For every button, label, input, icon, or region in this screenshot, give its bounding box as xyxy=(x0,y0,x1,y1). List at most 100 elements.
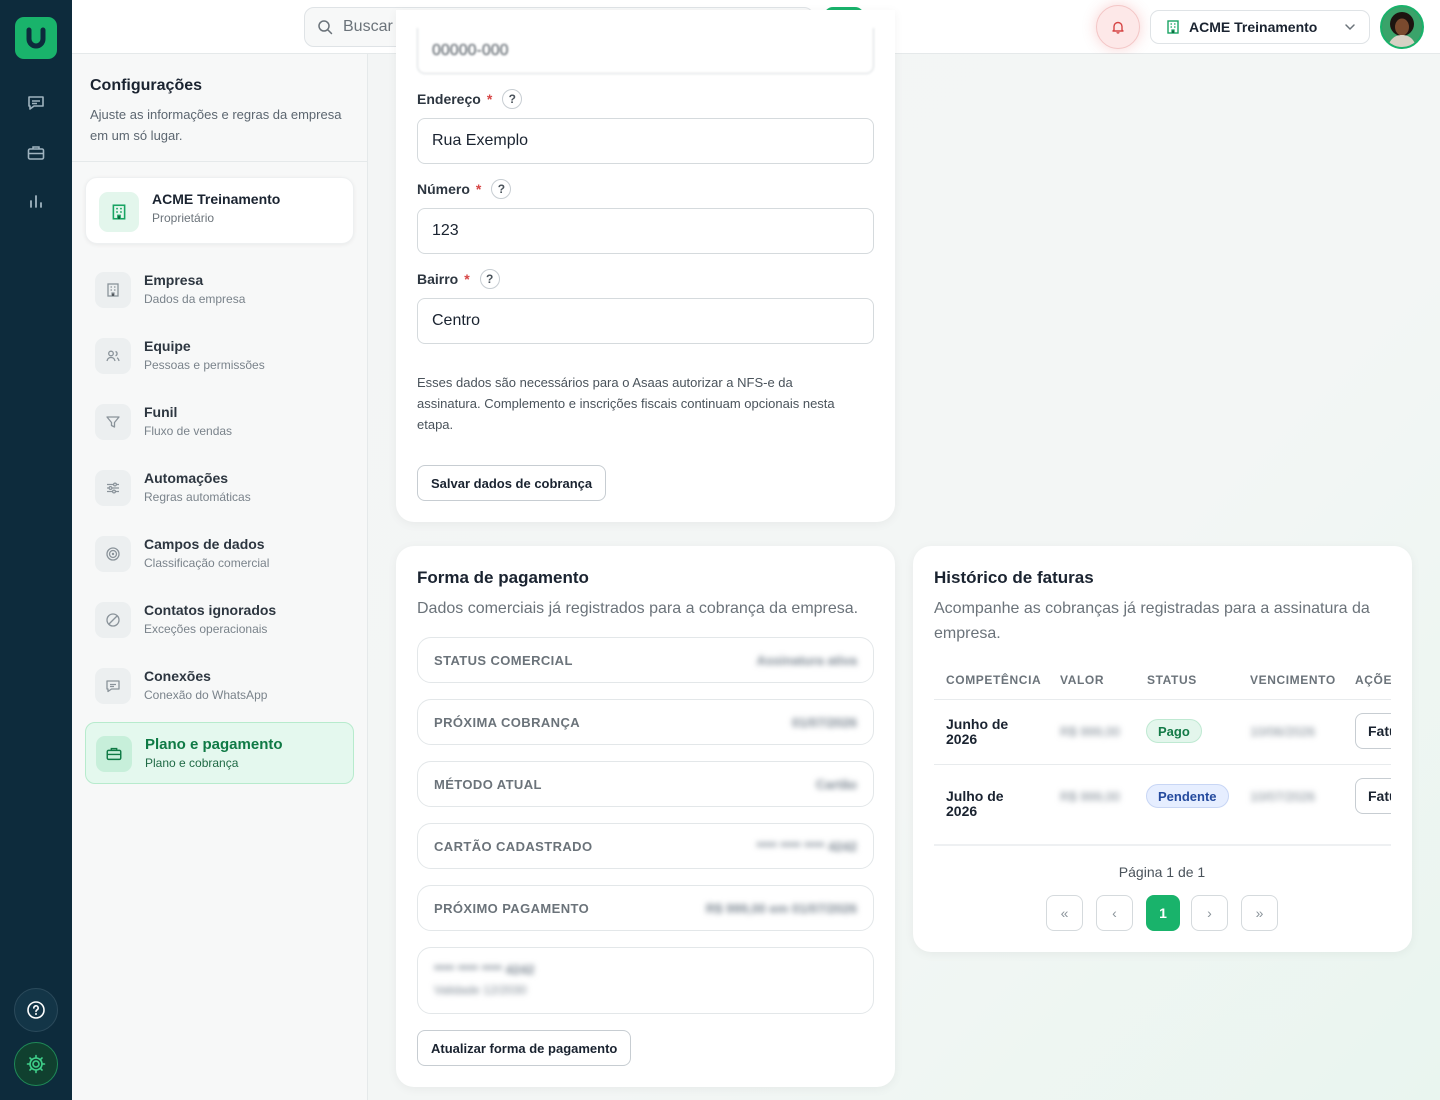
help-icon[interactable]: ? xyxy=(502,89,523,109)
chevron-down-icon xyxy=(1345,24,1355,31)
sidebar-item-label: Funil xyxy=(144,404,178,420)
status-badge: Pendente xyxy=(1146,784,1229,808)
help-icon[interactable]: ? xyxy=(479,269,500,289)
company-selector[interactable]: ACME Treinamento xyxy=(1150,10,1370,44)
sidebar-item-sub: Regras automáticas xyxy=(144,490,251,504)
payment-subtitle: Dados comerciais já registrados para a c… xyxy=(417,600,859,617)
sliders-icon xyxy=(95,470,131,506)
sidebar-item-equipe[interactable]: Equipe Pessoas e permissões xyxy=(85,325,354,387)
invoice-vencimento: 10/06/2026 xyxy=(1250,724,1316,739)
endereco-label: Endereço * ? xyxy=(417,89,523,109)
endereco-field[interactable] xyxy=(417,118,874,164)
row-value: 01/07/2026 xyxy=(791,714,857,730)
divider xyxy=(934,764,1391,765)
sidebar-item-plano-pagamento[interactable]: Plano e pagamento Plano e cobrança xyxy=(85,722,354,784)
invoice-valor: R$ 999,00 xyxy=(1060,724,1120,739)
app-rail xyxy=(0,0,72,1100)
sidebar-item-sub: Plano e cobrança xyxy=(145,756,239,770)
funnel-icon xyxy=(95,404,131,440)
building-icon xyxy=(1167,20,1179,34)
bairro-label: Bairro * ? xyxy=(417,269,500,289)
help-icon[interactable]: ? xyxy=(491,179,512,199)
notifications-button[interactable] xyxy=(1096,5,1140,49)
sidebar-item-empresa[interactable]: Empresa Dados da empresa xyxy=(85,259,354,321)
saved-card-number: **** **** **** 4242 xyxy=(434,962,535,977)
sidebar-item-label: Conexões xyxy=(144,668,211,684)
billing-note: Esses dados são necessários para o Asaas… xyxy=(417,375,835,432)
ban-icon xyxy=(95,602,131,638)
sidebar-item-campos[interactable]: Campos de dados Classificação comercial xyxy=(85,523,354,585)
numero-label: Número * ? xyxy=(417,179,512,199)
column-header: VENCIMENTO xyxy=(1250,673,1336,687)
gear-icon xyxy=(26,1054,46,1074)
sidebar-item-funil[interactable]: Funil Fluxo de vendas xyxy=(85,391,354,453)
bairro-label-text: Bairro xyxy=(417,271,459,287)
sidebar-item-automacoes[interactable]: Automações Regras automáticas xyxy=(85,457,354,519)
settings-title: Configurações xyxy=(90,77,203,94)
update-payment-button[interactable]: Atualizar forma de pagamento xyxy=(417,1030,632,1066)
user-avatar[interactable] xyxy=(1380,5,1424,49)
company-card[interactable]: ACME Treinamento Proprietário xyxy=(85,177,354,244)
column-header: COMPETÊNCIA xyxy=(946,673,1042,687)
row-key: PRÓXIMA COBRANÇA xyxy=(434,714,581,730)
row-value: R$ 999,00 em 01/07/2026 xyxy=(705,900,857,916)
saved-card-box: **** **** **** 4242 Validade 12/2030 xyxy=(417,947,874,1014)
row-key: STATUS COMERCIAL xyxy=(434,652,573,668)
prev-page-button[interactable]: ‹ xyxy=(1096,895,1133,931)
settings-button[interactable] xyxy=(14,1042,58,1086)
pagination-info: Página 1 de 1 xyxy=(1118,864,1206,880)
endereco-label-text: Endereço xyxy=(417,91,481,107)
cep-field[interactable] xyxy=(417,28,874,74)
required-mark: * xyxy=(464,271,470,287)
briefcase-icon[interactable] xyxy=(24,141,48,165)
sidebar-item-label: Contatos ignorados xyxy=(144,602,277,618)
sidebar-item-sub: Conexão do WhatsApp xyxy=(144,688,268,702)
row-key: CARTÃO CADASTRADO xyxy=(434,838,593,854)
search-icon xyxy=(318,20,333,35)
building-icon xyxy=(95,272,131,308)
chat-icon[interactable] xyxy=(24,91,48,115)
payment-title: Forma de pagamento xyxy=(417,568,589,587)
settings-sidebar: Configurações Ajuste as informações e re… xyxy=(72,54,368,1100)
company-name: ACME Treinamento xyxy=(152,191,281,207)
required-mark: * xyxy=(475,181,482,197)
target-icon xyxy=(95,536,131,572)
building-icon xyxy=(99,192,139,232)
current-page-button[interactable]: 1 xyxy=(1146,895,1180,931)
status-badge: Pago xyxy=(1146,719,1202,743)
briefcase-icon xyxy=(96,736,132,772)
sidebar-item-label: Plano e pagamento xyxy=(145,736,283,753)
sidebar-item-contatos-ignorados[interactable]: Contatos ignorados Exceções operacionais xyxy=(85,589,354,651)
invoice-competencia: Junho de 2026 xyxy=(946,716,1009,747)
bairro-field[interactable] xyxy=(417,298,874,344)
row-value: Cartão xyxy=(815,776,857,792)
bar-chart-icon[interactable] xyxy=(24,189,48,213)
invoice-valor: R$ 999,00 xyxy=(1060,789,1120,804)
column-header: VALOR xyxy=(1060,673,1105,687)
cartao-cadastrado-row: CARTÃO CADASTRADO **** **** **** 4242 xyxy=(417,823,874,869)
sidebar-item-sub: Exceções operacionais xyxy=(144,622,268,636)
row-key: PRÓXIMO PAGAMENTO xyxy=(434,900,590,916)
invoice-fatura-button[interactable]: Fatura xyxy=(1355,778,1391,814)
required-mark: * xyxy=(486,91,493,107)
row-value: Assinatura ativa xyxy=(756,652,857,668)
save-billing-button[interactable]: Salvar dados de cobrança xyxy=(417,465,607,501)
row-key: MÉTODO ATUAL xyxy=(434,776,542,792)
chat-icon xyxy=(95,668,131,704)
settings-subtitle: Ajuste as informações e regras da empres… xyxy=(90,107,342,143)
help-button[interactable] xyxy=(14,988,58,1032)
next-page-button[interactable]: › xyxy=(1191,895,1228,931)
first-page-button[interactable]: « xyxy=(1046,895,1083,931)
sidebar-item-sub: Classificação comercial xyxy=(144,556,270,570)
proximo-pagamento-row: PRÓXIMO PAGAMENTO R$ 999,00 em 01/07/202… xyxy=(417,885,874,931)
bell-icon xyxy=(1112,21,1124,34)
app-logo[interactable] xyxy=(15,17,57,59)
last-page-button[interactable]: » xyxy=(1241,895,1278,931)
sidebar-item-conexoes[interactable]: Conexões Conexão do WhatsApp xyxy=(85,655,354,717)
sidebar-item-label: Equipe xyxy=(144,338,191,354)
numero-field[interactable] xyxy=(417,208,874,254)
numero-label-text: Número xyxy=(417,181,470,197)
invoice-history-card: Histórico de faturas Acompanhe as cobran… xyxy=(913,546,1412,952)
payment-method-card: Forma de pagamento Dados comerciais já r… xyxy=(396,546,895,1087)
invoice-fatura-button[interactable]: Fatura xyxy=(1355,713,1391,749)
